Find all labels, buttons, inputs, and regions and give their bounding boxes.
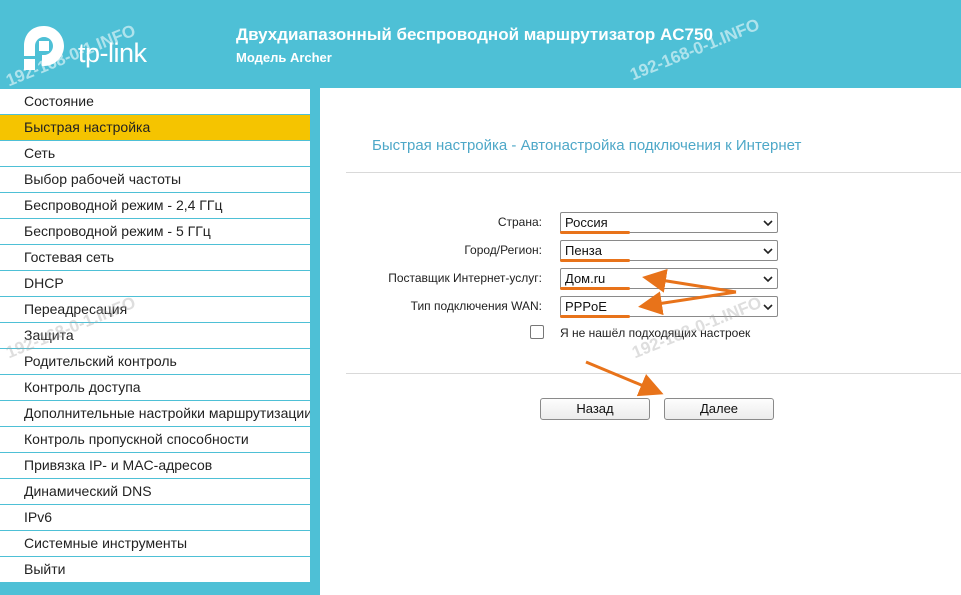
- arrow-to-isp: [642, 268, 737, 294]
- arrow-to-next: [585, 360, 664, 397]
- annotation-arrows: [585, 268, 737, 397]
- arrow-to-wan: [638, 290, 737, 316]
